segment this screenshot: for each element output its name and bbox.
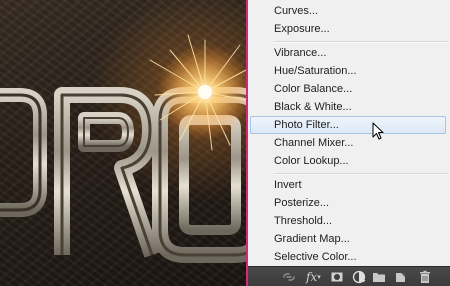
group-folder-icon[interactable]: [372, 270, 386, 284]
menu-item-photo-filter[interactable]: Photo Filter...: [250, 116, 446, 134]
menu-item-channel-mixer[interactable]: Channel Mixer...: [248, 134, 450, 152]
fx-label: fx: [306, 270, 318, 284]
menu-item-black-white[interactable]: Black & White...: [248, 98, 450, 116]
menu-separator: [274, 173, 448, 175]
menu-item-curves[interactable]: Curves...: [248, 2, 450, 20]
menu-item-color-lookup[interactable]: Color Lookup...: [248, 152, 450, 170]
letter-r: [54, 87, 160, 258]
menu-item-invert[interactable]: Invert: [248, 176, 450, 194]
add-mask-icon[interactable]: [330, 270, 344, 284]
photoshop-window: Curves... Exposure... Vibrance... Hue/Sa…: [0, 0, 450, 286]
link-icon[interactable]: [282, 270, 296, 284]
menu-item-threshold[interactable]: Threshold...: [248, 212, 450, 230]
menu-item-color-balance[interactable]: Color Balance...: [248, 80, 450, 98]
artwork-layer: [0, 34, 246, 263]
letter-left-partial: [0, 88, 47, 217]
menu-item-posterize[interactable]: Posterize...: [248, 194, 450, 212]
layers-panel-toolbar: fx▾: [248, 266, 450, 286]
document-canvas[interactable]: [0, 0, 246, 286]
new-layer-icon[interactable]: [394, 270, 408, 284]
fx-icon[interactable]: fx▾: [306, 270, 324, 284]
adjustment-layer-icon[interactable]: [352, 270, 366, 284]
menu-item-vibrance[interactable]: Vibrance...: [248, 44, 450, 62]
menu-separator: [274, 41, 448, 43]
menu-item-selective-color[interactable]: Selective Color...: [248, 248, 450, 266]
menu-item-exposure[interactable]: Exposure...: [248, 20, 450, 38]
menu-item-gradient-map[interactable]: Gradient Map...: [248, 230, 450, 248]
trash-icon[interactable]: [418, 270, 432, 284]
adjustment-layer-menu: Curves... Exposure... Vibrance... Hue/Sa…: [248, 0, 450, 266]
mouse-pointer-icon: [372, 122, 384, 140]
menu-item-hue-saturation[interactable]: Hue/Saturation...: [248, 62, 450, 80]
